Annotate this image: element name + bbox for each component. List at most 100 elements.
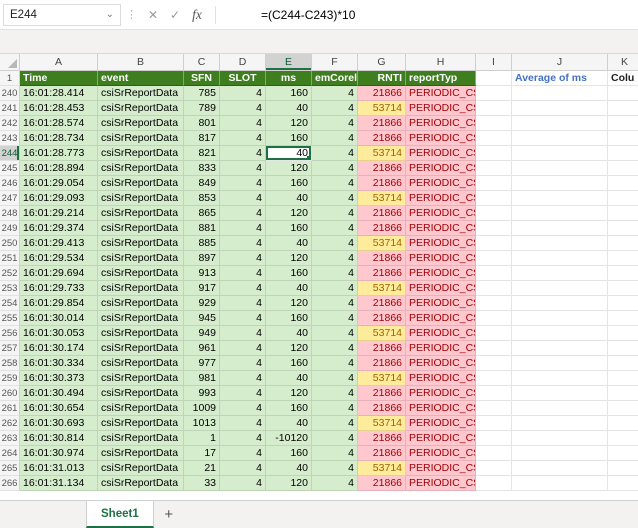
cell-I252[interactable] [476, 266, 512, 281]
cell-K258[interactable] [608, 356, 638, 371]
cell-F245[interactable]: 4 [312, 161, 358, 176]
cell-G252[interactable]: 21866 [358, 266, 406, 281]
cell-H253[interactable]: PERIODIC_CSI [406, 281, 476, 296]
column-header-F[interactable]: F [312, 54, 358, 70]
cell-D265[interactable]: 4 [220, 461, 266, 476]
cancel-icon[interactable]: ✕ [142, 4, 164, 26]
cell-J249[interactable] [512, 221, 608, 236]
cell-J260[interactable] [512, 386, 608, 401]
cell-E263[interactable]: -10120 [266, 431, 312, 446]
cell-K266[interactable] [608, 476, 638, 491]
cell-E250[interactable]: 40 [266, 236, 312, 251]
cell-H244[interactable]: PERIODIC_CSI [406, 146, 476, 161]
cell-A246[interactable]: 16:01:29.054 [20, 176, 98, 191]
cell-E266[interactable]: 120 [266, 476, 312, 491]
cell-B240[interactable]: csiSrReportData [98, 86, 184, 101]
cell-C253[interactable]: 917 [184, 281, 220, 296]
cell-K248[interactable] [608, 206, 638, 221]
cell-J247[interactable] [512, 191, 608, 206]
cell-E265[interactable]: 40 [266, 461, 312, 476]
cell-B258[interactable]: csiSrReportData [98, 356, 184, 371]
cell-J256[interactable] [512, 326, 608, 341]
cell-G247[interactable]: 53714 [358, 191, 406, 206]
cell-B243[interactable]: csiSrReportData [98, 131, 184, 146]
cell-E249[interactable]: 160 [266, 221, 312, 236]
cell-A266[interactable]: 16:01:31.134 [20, 476, 98, 491]
column-header-C[interactable]: C [184, 54, 220, 70]
cell-C251[interactable]: 897 [184, 251, 220, 266]
cell-I240[interactable] [476, 86, 512, 101]
cell-K247[interactable] [608, 191, 638, 206]
add-sheet-button[interactable]: + [154, 501, 184, 528]
cell-B253[interactable]: csiSrReportData [98, 281, 184, 296]
cell-I256[interactable] [476, 326, 512, 341]
cell-A253[interactable]: 16:01:29.733 [20, 281, 98, 296]
cell-C244[interactable]: 821 [184, 146, 220, 161]
header-cell-emcoreid[interactable]: emCoreld [312, 71, 358, 86]
row-number-258[interactable]: 258 [0, 356, 20, 371]
header-cell-report[interactable]: reportTyp [406, 71, 476, 86]
cell-B266[interactable]: csiSrReportData [98, 476, 184, 491]
cell-E242[interactable]: 120 [266, 116, 312, 131]
cell-J264[interactable] [512, 446, 608, 461]
enter-icon[interactable]: ✓ [164, 4, 186, 26]
cell-F260[interactable]: 4 [312, 386, 358, 401]
cell-J255[interactable] [512, 311, 608, 326]
cell-D263[interactable]: 4 [220, 431, 266, 446]
formula-input[interactable]: =(C244-C243)*10 [223, 8, 355, 22]
cell-J245[interactable] [512, 161, 608, 176]
cell-K261[interactable] [608, 401, 638, 416]
cell-A247[interactable]: 16:01:29.093 [20, 191, 98, 206]
cell-D260[interactable]: 4 [220, 386, 266, 401]
cell-D261[interactable]: 4 [220, 401, 266, 416]
cell-G240[interactable]: 21866 [358, 86, 406, 101]
column-header-H[interactable]: H [406, 54, 476, 70]
cell-I250[interactable] [476, 236, 512, 251]
cell-D245[interactable]: 4 [220, 161, 266, 176]
cell-I257[interactable] [476, 341, 512, 356]
cell-A257[interactable]: 16:01:30.174 [20, 341, 98, 356]
cell-G259[interactable]: 53714 [358, 371, 406, 386]
column-header-E[interactable]: E [266, 54, 312, 70]
cell-D241[interactable]: 4 [220, 101, 266, 116]
cell-F264[interactable]: 4 [312, 446, 358, 461]
cell-J252[interactable] [512, 266, 608, 281]
cell-E245[interactable]: 120 [266, 161, 312, 176]
cell-D255[interactable]: 4 [220, 311, 266, 326]
cell-A241[interactable]: 16:01:28.453 [20, 101, 98, 116]
name-box[interactable]: E244 ⌄ [3, 3, 121, 26]
cell-J266[interactable] [512, 476, 608, 491]
cell-F249[interactable]: 4 [312, 221, 358, 236]
cell-I245[interactable] [476, 161, 512, 176]
cell-H240[interactable]: PERIODIC_CSI [406, 86, 476, 101]
cell-K263[interactable] [608, 431, 638, 446]
cell-I248[interactable] [476, 206, 512, 221]
cell-H249[interactable]: PERIODIC_CSI [406, 221, 476, 236]
cell-H243[interactable]: PERIODIC_CSI [406, 131, 476, 146]
row-number-266[interactable]: 266 [0, 476, 20, 491]
cell-J253[interactable] [512, 281, 608, 296]
cell-B247[interactable]: csiSrReportData [98, 191, 184, 206]
cell-E251[interactable]: 120 [266, 251, 312, 266]
cell-F266[interactable]: 4 [312, 476, 358, 491]
cell-E262[interactable]: 40 [266, 416, 312, 431]
row-number-241[interactable]: 241 [0, 101, 20, 116]
cell-K256[interactable] [608, 326, 638, 341]
cell-F261[interactable]: 4 [312, 401, 358, 416]
cell-H255[interactable]: PERIODIC_CSI [406, 311, 476, 326]
chevron-down-icon[interactable]: ⌄ [106, 9, 114, 20]
cell-C266[interactable]: 33 [184, 476, 220, 491]
cell-G255[interactable]: 21866 [358, 311, 406, 326]
cell-C256[interactable]: 949 [184, 326, 220, 341]
cell-E264[interactable]: 160 [266, 446, 312, 461]
row-number-262[interactable]: 262 [0, 416, 20, 431]
cell-C248[interactable]: 865 [184, 206, 220, 221]
cell-I260[interactable] [476, 386, 512, 401]
cell-C245[interactable]: 833 [184, 161, 220, 176]
cell-G251[interactable]: 21866 [358, 251, 406, 266]
cell-A243[interactable]: 16:01:28.734 [20, 131, 98, 146]
header-cell-col_k[interactable]: Colu [608, 71, 638, 86]
sheet-tab-sheet1[interactable]: Sheet1 [86, 501, 154, 528]
cell-J244[interactable] [512, 146, 608, 161]
cell-K243[interactable] [608, 131, 638, 146]
